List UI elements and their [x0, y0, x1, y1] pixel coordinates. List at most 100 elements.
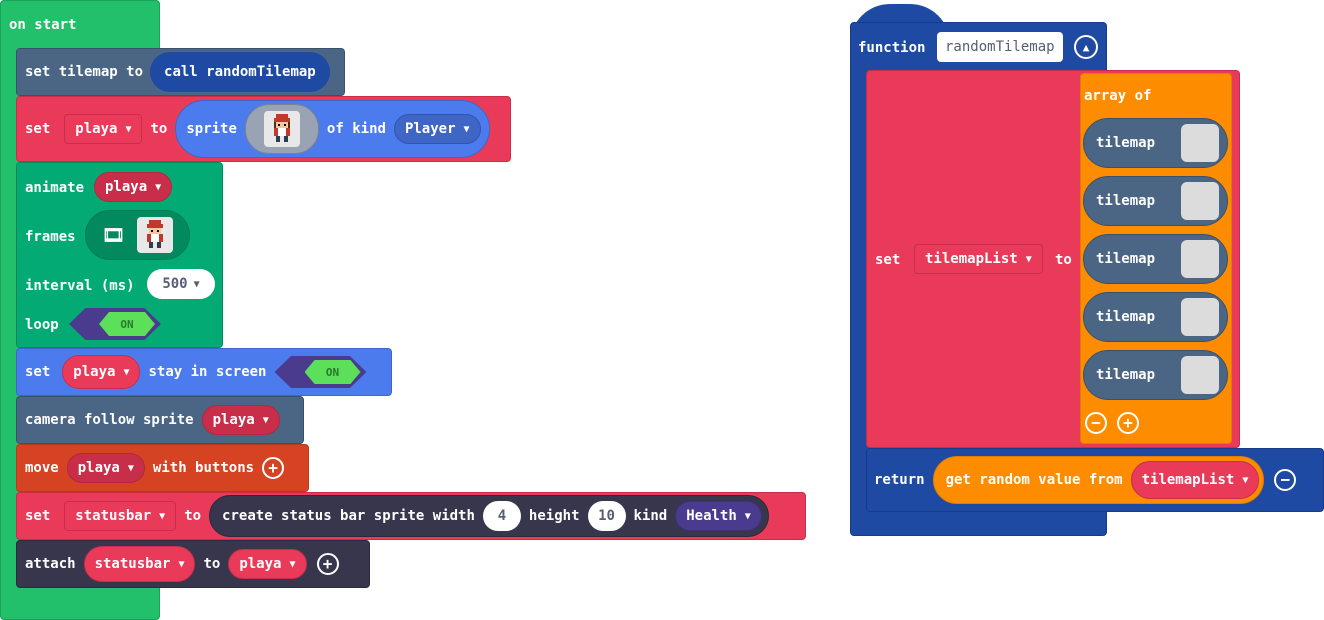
tilemap-editor-thumbnail[interactable] — [1181, 124, 1219, 162]
animate-playa-dropdown[interactable]: playa ▼ — [94, 172, 173, 202]
get-random-value-reporter[interactable]: get random value from tilemapList ▼ — [932, 456, 1265, 504]
plus-circle-icon[interactable]: + — [262, 457, 285, 479]
add-item-plus-icon[interactable]: + — [1117, 412, 1139, 434]
random-list-label: tilemapList — [1141, 472, 1235, 488]
stay-playa-label: playa — [73, 364, 116, 380]
camera-follow-block[interactable]: camera follow sprite playa ▼ — [16, 396, 304, 444]
player-sprite-icon — [263, 111, 300, 147]
return-label: return — [874, 472, 925, 488]
stay-playa-dropdown[interactable]: playa ▼ — [62, 355, 141, 389]
tilemaplist-variable-dropdown[interactable]: tilemapList ▼ — [914, 244, 1043, 274]
stay-toggle[interactable]: ON — [274, 356, 367, 388]
statusbar-set-label: set — [25, 508, 51, 524]
tilemap-item[interactable]: tilemap — [1083, 234, 1228, 284]
with-buttons-label: with buttons — [152, 460, 255, 476]
frames-picker[interactable]: 🎞 — [85, 210, 190, 260]
kind-dropdown[interactable]: Player ▼ — [393, 114, 481, 144]
sprite-image-picker[interactable] — [244, 104, 319, 154]
sprite-label: sprite — [186, 121, 237, 137]
playa-variable-label: playa — [75, 121, 118, 137]
height-value[interactable]: 10 — [587, 501, 626, 531]
tilemap-item[interactable]: tilemap — [1083, 176, 1228, 226]
attach-target-dropdown[interactable]: playa ▼ — [228, 549, 307, 579]
animate-playa-label: playa — [105, 179, 148, 195]
loop-toggle[interactable]: ON — [69, 308, 161, 340]
plus-circle-icon[interactable]: + — [316, 553, 339, 575]
move-label: move — [25, 460, 59, 476]
stay-toggle-knob: ON — [304, 360, 361, 384]
attach-statusbar-dropdown[interactable]: statusbar ▼ — [83, 546, 196, 582]
animate-label: animate — [25, 180, 85, 196]
tilemap-item-label: tilemap — [1096, 367, 1156, 383]
chevron-down-icon: ▼ — [262, 414, 269, 426]
remove-item-minus-icon[interactable]: − — [1085, 412, 1107, 434]
return-block[interactable]: return get random value from tilemapList… — [866, 448, 1324, 512]
camera-follow-label: camera follow sprite — [25, 412, 194, 428]
collapse-chevron-up-icon[interactable]: ▲ — [1074, 35, 1098, 59]
sprite-of-kind-reporter[interactable]: sprite of kind Player ▼ — [175, 100, 490, 158]
attach-statusbar-label: statusbar — [94, 556, 171, 572]
set-tilemaplist-label: set — [875, 252, 901, 268]
chevron-down-icon: ▼ — [125, 123, 132, 135]
tilemap-editor-thumbnail[interactable] — [1181, 240, 1219, 278]
stay-in-screen-block[interactable]: set playa ▼ stay in screen ON — [16, 348, 392, 396]
film-icon: 🎞 — [102, 224, 125, 246]
height-label: height — [528, 508, 580, 524]
loop-toggle-knob: ON — [99, 312, 155, 336]
stay-set-label: set — [25, 364, 51, 380]
chevron-down-icon: ▼ — [289, 558, 296, 570]
stay-in-screen-label: stay in screen — [148, 364, 267, 380]
tilemap-item-label: tilemap — [1096, 309, 1156, 325]
camera-playa-dropdown[interactable]: playa ▼ — [201, 405, 280, 435]
chevron-down-icon: ▼ — [123, 366, 130, 378]
animate-block[interactable]: animate playa ▼ frames 🎞 interval (ms) 50… — [16, 162, 223, 348]
chevron-down-icon: ▼ — [1025, 253, 1032, 265]
minus-circle-icon[interactable]: − — [1274, 469, 1297, 491]
tilemaplist-variable-label: tilemapList — [925, 251, 1018, 267]
set-tilemap-label: set tilemap to — [25, 64, 144, 80]
move-playa-dropdown[interactable]: playa ▼ — [66, 453, 145, 483]
tilemap-item-label: tilemap — [1096, 135, 1156, 151]
function-name-field[interactable]: randomTilemap — [937, 32, 1063, 62]
tilemap-item[interactable]: tilemap — [1083, 292, 1228, 342]
chevron-down-icon: ▼ — [159, 510, 166, 522]
chevron-down-icon: ▼ — [193, 278, 200, 290]
move-with-buttons-block[interactable]: move playa ▼ with buttons + — [16, 444, 309, 492]
attach-statusbar-block[interactable]: attach statusbar ▼ to playa ▼ + — [16, 540, 370, 588]
statusbar-variable-dropdown[interactable]: statusbar ▼ — [64, 501, 177, 531]
health-kind-dropdown[interactable]: Health ▼ — [675, 501, 762, 531]
tilemap-item[interactable]: tilemap — [1083, 350, 1228, 400]
create-status-bar-reporter[interactable]: create status bar sprite width 4 height … — [209, 495, 769, 537]
kind-label: Player — [404, 121, 456, 137]
set-playa-sprite-block[interactable]: set playa ▼ to sprite of kind Player ▼ — [16, 96, 511, 162]
chevron-down-icon: ▼ — [178, 558, 185, 570]
chevron-down-icon: ▼ — [127, 462, 134, 474]
set-tilemap-block[interactable]: set tilemap to call randomTilemap — [16, 48, 345, 96]
interval-value-dropdown[interactable]: 500 ▼ — [147, 269, 215, 299]
function-keyword: function — [858, 40, 926, 56]
tilemap-editor-thumbnail[interactable] — [1181, 182, 1219, 220]
tilemap-item[interactable]: tilemap — [1083, 118, 1228, 168]
to-label: to — [150, 121, 168, 137]
set-statusbar-block[interactable]: set statusbar ▼ to create status bar spri… — [16, 492, 806, 540]
loop-label: loop — [25, 317, 59, 333]
playa-variable-dropdown[interactable]: playa ▼ — [64, 114, 143, 144]
health-kind-label: Health — [686, 508, 737, 524]
attach-target-label: playa — [239, 556, 282, 572]
chevron-down-icon: ▼ — [1242, 474, 1249, 486]
random-list-dropdown[interactable]: tilemapList ▼ — [1130, 461, 1260, 499]
chevron-down-icon: ▼ — [744, 510, 751, 522]
tilemap-item-label: tilemap — [1096, 251, 1156, 267]
tilemap-item-label: tilemap — [1096, 193, 1156, 209]
create-status-bar-label: create status bar sprite width — [222, 508, 475, 524]
set-label: set — [25, 121, 51, 137]
tilemaplist-to-label: to — [1055, 252, 1072, 268]
chevron-down-icon: ▼ — [155, 181, 162, 193]
get-random-value-label: get random value from — [945, 472, 1123, 488]
move-playa-label: playa — [77, 460, 120, 476]
width-value[interactable]: 4 — [482, 501, 521, 531]
call-random-tilemap[interactable]: call randomTilemap — [150, 52, 330, 92]
tilemap-editor-thumbnail[interactable] — [1181, 298, 1219, 336]
tilemap-editor-thumbnail[interactable] — [1181, 356, 1219, 394]
attach-label: attach — [25, 556, 76, 572]
